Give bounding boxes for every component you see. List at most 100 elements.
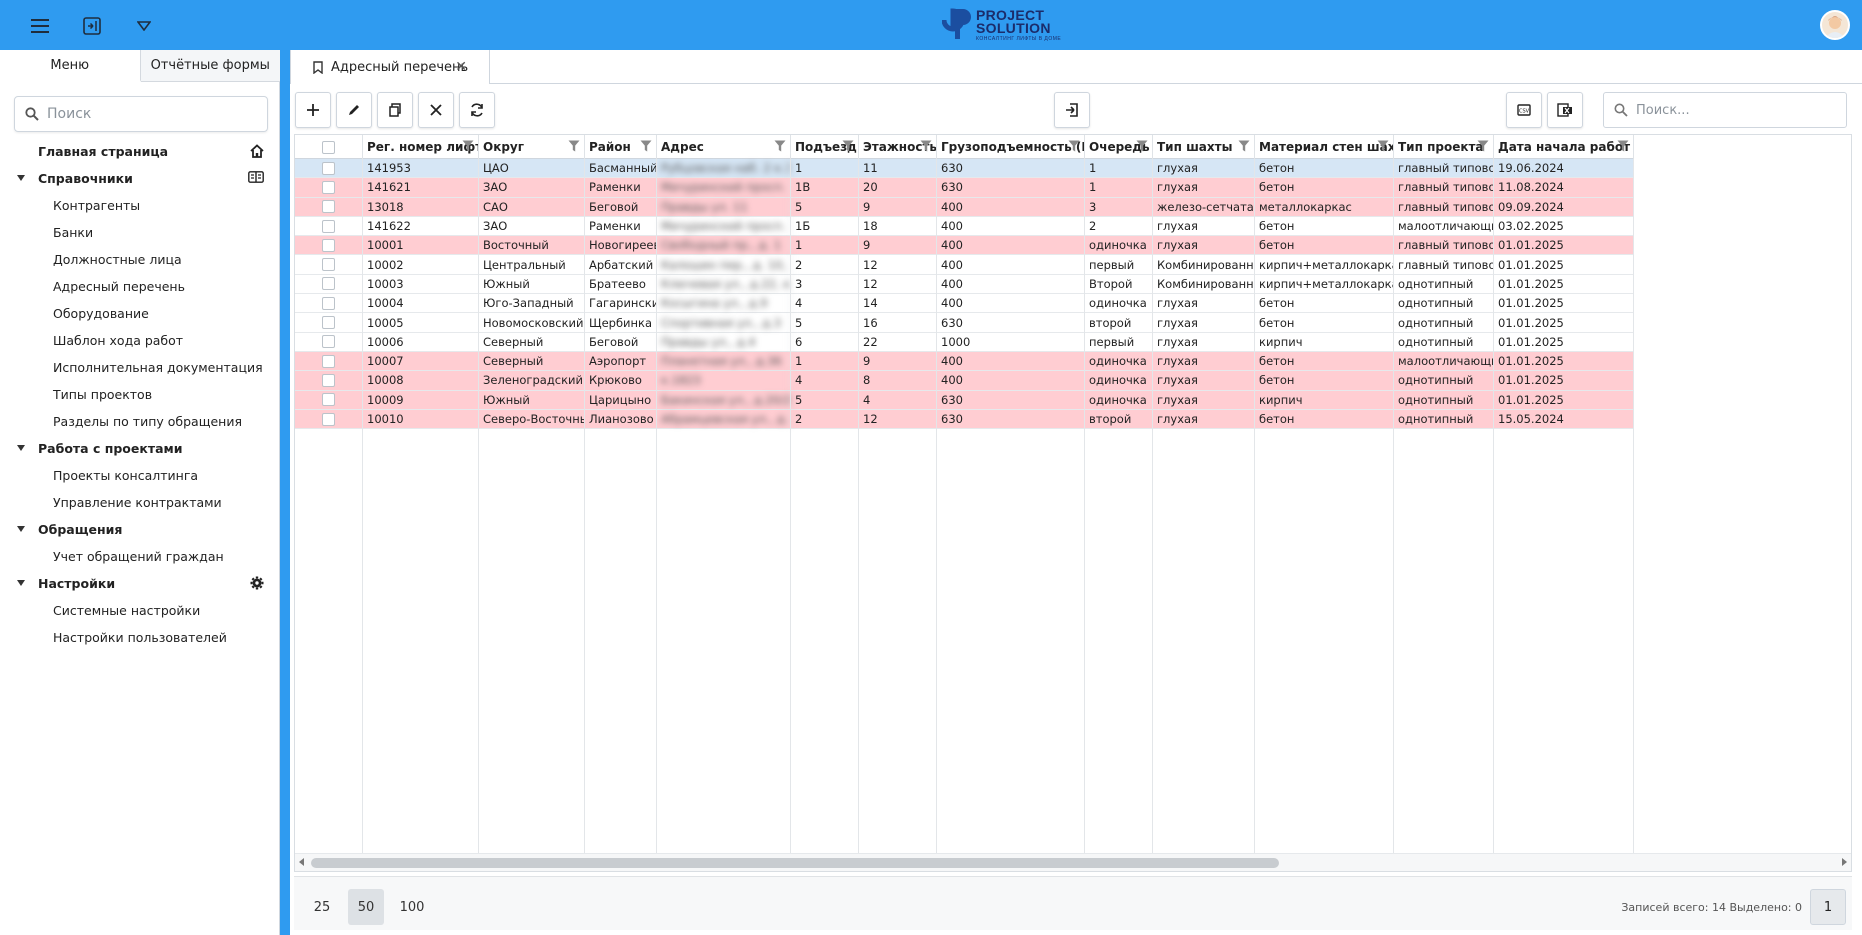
caret-down-icon[interactable] xyxy=(17,526,25,532)
row-checkbox[interactable] xyxy=(322,161,335,175)
edit-button[interactable] xyxy=(336,92,372,128)
filter-icon[interactable] xyxy=(1377,140,1389,155)
scroll-right-icon[interactable] xyxy=(1842,858,1847,866)
row-checkbox[interactable] xyxy=(322,393,335,407)
tab-menu[interactable]: Меню xyxy=(0,50,141,82)
sidebar-item[interactable]: Исполнительная документация xyxy=(0,354,280,381)
add-button[interactable] xyxy=(295,92,331,128)
table-row[interactable]: 10007 Северный Аэропорт Планетная ул., д.36… xyxy=(295,352,1634,372)
filter-icon[interactable] xyxy=(462,140,474,155)
column-header[interactable]: Грузоподъемность (Г/П) xyxy=(937,135,1085,159)
grid-search-input[interactable]: Поиск... xyxy=(1603,92,1847,128)
column-header[interactable]: Этажность xyxy=(859,135,937,159)
table-row[interactable]: 10006 Северный Беговой Правды ул., д.4 6 22 10… xyxy=(295,332,1634,352)
table-row[interactable]: 10008 Зеленоградский Крюково к.1823 4 8 400 оди… xyxy=(295,371,1634,391)
column-header[interactable]: Рег. номер лифта xyxy=(363,135,479,159)
row-checkbox[interactable] xyxy=(322,412,335,426)
export-csv-button[interactable]: CSV xyxy=(1506,92,1542,128)
table-row[interactable]: 10010 Северо-Восточный Лианозово Абрамцевск… xyxy=(295,409,1634,430)
column-header[interactable]: Район xyxy=(585,135,657,159)
table-row[interactable]: 10009ЮжныйЦарицыноБакинская ул., д.20/2к… xyxy=(295,390,1634,410)
table-row[interactable]: 10001ВосточныйНовогиреевоСвободный пр., … xyxy=(295,236,1634,256)
export-excel-button[interactable] xyxy=(1547,92,1583,128)
table-row[interactable]: 10005 Новомосковский Щербинка Спортивная ул… xyxy=(295,313,1634,333)
row-checkbox[interactable] xyxy=(322,180,335,194)
row-checkbox[interactable] xyxy=(322,296,335,310)
column-header[interactable]: Округ xyxy=(479,135,585,159)
sidebar-item[interactable]: Шаблон хода работ xyxy=(0,327,280,354)
page-size-100[interactable]: 100 xyxy=(388,889,436,925)
user-avatar[interactable] xyxy=(1820,10,1850,40)
sidebar-item[interactable]: Учет обращений граждан xyxy=(0,543,280,570)
column-header[interactable]: Очередь xyxy=(1085,135,1153,159)
column-header[interactable]: Адрес xyxy=(657,135,791,159)
sidebar-item[interactable]: Банки xyxy=(0,219,280,246)
horizontal-scrollbar[interactable] xyxy=(295,853,1851,871)
scroll-left-icon[interactable] xyxy=(299,858,304,866)
sidebar-item[interactable]: Системные настройки xyxy=(0,597,280,624)
column-header[interactable]: Дата начала работ xyxy=(1494,135,1634,159)
sidebar-item[interactable]: Разделы по типу обращения xyxy=(0,408,280,435)
close-icon[interactable]: ✕ xyxy=(455,59,467,75)
import-button[interactable] xyxy=(1054,92,1090,128)
table-row[interactable]: 10004Юго-ЗападныйГагаринскийКосыгина ул.… xyxy=(295,294,1634,314)
row-checkbox[interactable] xyxy=(322,200,335,214)
table-row[interactable]: 141621ЗАОРаменкиМичуринский просп. 9 к.1… xyxy=(295,178,1634,198)
table-row[interactable]: 10002 Центральный Арбатский Калошин пер., д… xyxy=(295,255,1634,275)
row-checkbox[interactable] xyxy=(322,238,335,252)
sidebar-item[interactable]: Обращения xyxy=(0,516,280,543)
row-checkbox[interactable] xyxy=(322,316,335,330)
sidebar-item[interactable]: Справочники xyxy=(0,165,280,192)
page-number-button[interactable]: 1 xyxy=(1810,889,1846,925)
column-header[interactable]: Тип проекта xyxy=(1394,135,1494,159)
sidebar-item[interactable]: Управление контрактами xyxy=(0,489,280,516)
row-checkbox[interactable] xyxy=(322,335,335,349)
row-checkbox[interactable] xyxy=(322,277,335,291)
caret-down-icon[interactable] xyxy=(17,175,25,181)
filter-icon[interactable] xyxy=(1068,140,1080,155)
caret-down-icon[interactable] xyxy=(17,580,25,586)
column-header[interactable]: Подъезд xyxy=(791,135,859,159)
sidebar-item[interactable]: Оборудование xyxy=(0,300,280,327)
select-all-checkbox[interactable] xyxy=(322,140,335,154)
filter-icon[interactable] xyxy=(842,140,854,155)
caret-down-icon[interactable] xyxy=(17,445,25,451)
sidebar-item[interactable]: Проекты консалтинга xyxy=(0,462,280,489)
filter-icon[interactable] xyxy=(568,140,580,155)
row-checkbox[interactable] xyxy=(322,258,335,272)
delete-button[interactable] xyxy=(418,92,454,128)
sidebar-item[interactable]: Должностные лица xyxy=(0,246,280,273)
column-header[interactable]: Материал стен шахты xyxy=(1255,135,1394,159)
table-row[interactable]: 141622ЗАОРаменкиМичуринский просп. 9 к.1… xyxy=(295,216,1634,237)
table-row[interactable]: 13018 САО Беговой Правды ул. 11 5 9 400 3 железо… xyxy=(295,197,1634,217)
sidebar-item[interactable]: Работа с проектами xyxy=(0,435,280,462)
filter-icon[interactable] xyxy=(920,140,932,155)
dropdown-button[interactable] xyxy=(128,10,160,42)
tab-report-forms[interactable]: Отчётные формы xyxy=(140,50,280,82)
page-size-25[interactable]: 25 xyxy=(304,889,340,925)
sidebar-item[interactable]: Типы проектов xyxy=(0,381,280,408)
copy-button[interactable] xyxy=(377,92,413,128)
filter-icon[interactable] xyxy=(1238,140,1250,155)
sidebar-item[interactable]: Контрагенты xyxy=(0,192,280,219)
sidebar-item[interactable]: Адресный перечень xyxy=(0,273,280,300)
scrollbar-thumb[interactable] xyxy=(311,858,1279,868)
table-row[interactable]: 141953 ЦАО Басманный Рубцовская наб. 2 к.3 1… xyxy=(295,159,1634,179)
filter-icon[interactable] xyxy=(640,140,652,155)
menu-toggle-button[interactable] xyxy=(24,10,56,42)
row-checkbox[interactable] xyxy=(322,219,335,233)
filter-icon[interactable] xyxy=(1136,140,1148,155)
column-header[interactable]: Тип шахты xyxy=(1153,135,1255,159)
filter-icon[interactable] xyxy=(1477,140,1489,155)
filter-icon[interactable] xyxy=(774,140,786,155)
row-checkbox[interactable] xyxy=(322,354,335,368)
sidebar-item[interactable]: Настройки xyxy=(0,570,280,597)
sidebar-item[interactable]: Настройки пользователей xyxy=(0,624,280,651)
menu-search-input[interactable]: Поиск xyxy=(14,96,268,132)
page-size-50[interactable]: 50 xyxy=(348,889,384,925)
refresh-button[interactable] xyxy=(459,92,495,128)
row-checkbox[interactable] xyxy=(322,373,335,387)
tab-address-list[interactable]: Адресный перечень ✕ xyxy=(290,50,490,85)
collapse-button[interactable] xyxy=(76,10,108,42)
sidebar-item[interactable]: Главная страница xyxy=(0,138,280,165)
